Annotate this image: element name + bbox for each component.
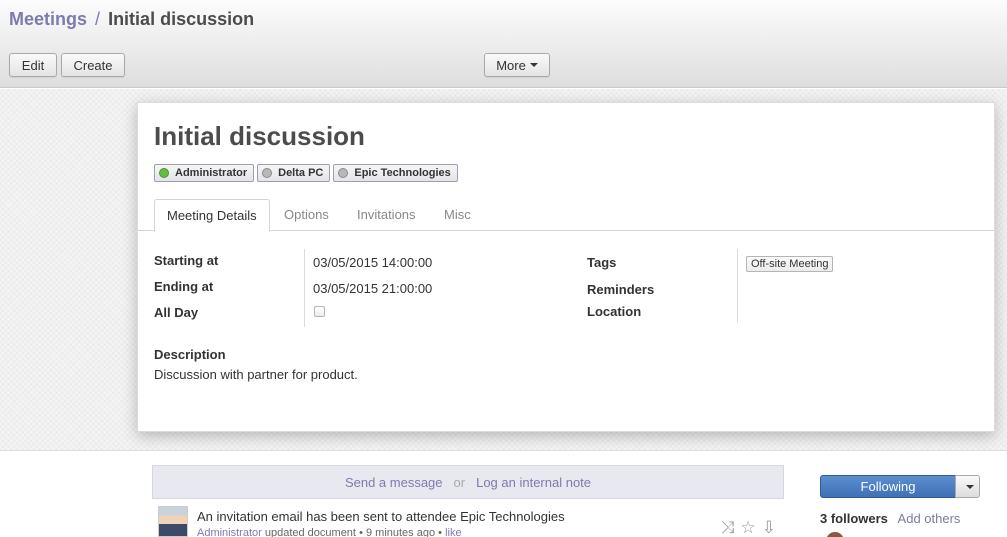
message-author-link[interactable]: Administrator	[197, 527, 262, 537]
create-button[interactable]: Create	[61, 53, 125, 77]
tag-chip[interactable]: Off-site Meeting	[746, 256, 834, 272]
attendee-name: Epic Technologies	[354, 167, 451, 179]
description-label: Description	[154, 347, 226, 362]
more-dropdown-button[interactable]: More	[484, 53, 550, 77]
ending-at-label: Ending at	[154, 279, 214, 294]
log-note-link[interactable]: Log an internal note	[476, 475, 591, 490]
edit-button[interactable]: Edit	[9, 53, 57, 77]
form-sheet: Initial discussion Administrator Delta P…	[137, 102, 995, 432]
meta-separator: •	[359, 527, 363, 537]
location-label: Location	[587, 304, 642, 319]
attendee-tag[interactable]: Epic Technologies	[333, 164, 458, 182]
message-actions: ⤨ ☆ ⇩	[721, 518, 776, 537]
tab-options[interactable]: Options	[284, 199, 329, 232]
following-label: Following	[860, 479, 916, 494]
like-link[interactable]: like	[445, 527, 462, 537]
attendee-tag[interactable]: Delta PC	[257, 164, 331, 182]
breadcrumb-separator: /	[95, 9, 101, 29]
caret-down-icon	[965, 484, 974, 489]
all-day-checkbox[interactable]	[314, 306, 325, 317]
followers-summary: 3 followers Add others	[820, 511, 960, 526]
create-button-label: Create	[73, 57, 113, 73]
starting-at-label: Starting at	[154, 253, 219, 268]
star-icon[interactable]: ☆	[741, 518, 756, 537]
status-dot-icon	[262, 168, 273, 178]
inbox-icon[interactable]: ⇩	[762, 518, 776, 537]
message-meta: Administrator updated document • 9 minut…	[197, 527, 462, 537]
tab-invitations[interactable]: Invitations	[357, 199, 416, 232]
breadcrumb-current: Initial discussion	[108, 9, 255, 29]
avatar[interactable]	[158, 506, 188, 537]
tab-meeting-details[interactable]: Meeting Details	[154, 199, 270, 232]
add-others-link[interactable]: Add others	[898, 511, 961, 526]
or-text: or	[453, 474, 466, 490]
record-title: Initial discussion	[154, 121, 365, 151]
all-day-label: All Day	[154, 305, 199, 320]
field-separator	[737, 249, 738, 323]
follow-options-toggle[interactable]	[955, 475, 980, 498]
notebook-tabs: Meeting Details Options Invitations Misc	[138, 199, 994, 232]
followers-count: 3 followers	[820, 511, 888, 526]
message-time: 9 minutes ago	[365, 527, 436, 537]
breadcrumb: Meetings / Initial discussion	[9, 9, 254, 30]
chatter-message: An invitation email has been sent to att…	[152, 500, 784, 537]
edit-button-label: Edit	[21, 57, 45, 73]
message-body: An invitation email has been sent to att…	[197, 509, 565, 524]
control-panel: Meetings / Initial discussion Edit Creat…	[0, 0, 1007, 88]
reminders-label: Reminders	[587, 282, 655, 297]
status-dot-icon	[338, 168, 349, 178]
attendee-tags: Administrator Delta PC Epic Technologies	[154, 164, 458, 182]
breadcrumb-meetings-link[interactable]: Meetings	[9, 9, 87, 29]
attendee-tag[interactable]: Administrator	[154, 164, 255, 182]
meta-separator: •	[438, 527, 443, 537]
starting-at-field[interactable]: 03/05/2015 14:00:00	[313, 255, 432, 270]
caret-down-icon	[529, 63, 538, 67]
attendee-name: Delta PC	[278, 167, 324, 179]
message-action: updated document	[264, 527, 356, 537]
chatter-composer-bar: Send a message or Log an internal note	[152, 465, 784, 499]
status-dot-icon	[159, 168, 169, 178]
more-button-label: More	[496, 57, 526, 73]
tab-misc[interactable]: Misc	[444, 199, 471, 232]
following-button[interactable]: Following	[820, 475, 956, 498]
tags-label: Tags	[587, 255, 617, 270]
field-separator	[304, 249, 305, 327]
send-message-link[interactable]: Send a message	[345, 475, 443, 490]
description-text: Discussion with partner for product.	[154, 367, 358, 382]
ending-at-field[interactable]: 03/05/2015 21:00:00	[313, 281, 432, 296]
shuffle-icon[interactable]: ⤨	[721, 518, 735, 537]
attendee-name: Administrator	[175, 167, 248, 179]
